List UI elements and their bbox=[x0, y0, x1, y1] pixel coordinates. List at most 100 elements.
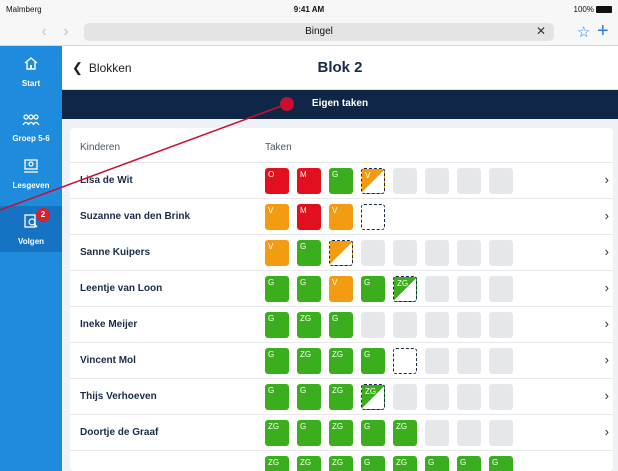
task-tile[interactable] bbox=[489, 348, 513, 374]
task-tile[interactable] bbox=[425, 384, 449, 410]
table-row[interactable]: Doortje de Graaf ZG G ZG G ZG › bbox=[70, 414, 613, 450]
task-tile[interactable]: G bbox=[265, 384, 289, 410]
chevron-right-icon[interactable]: › bbox=[605, 280, 609, 295]
task-tile[interactable]: G bbox=[265, 348, 289, 374]
task-tile[interactable] bbox=[393, 168, 417, 194]
task-tile[interactable]: G bbox=[425, 456, 449, 471]
task-tile[interactable] bbox=[457, 168, 481, 194]
task-tile[interactable]: G bbox=[297, 420, 321, 446]
task-tile[interactable]: M bbox=[297, 168, 321, 194]
sidebar-item-groep[interactable]: Groep 5-6 bbox=[0, 106, 62, 152]
task-tile[interactable]: G bbox=[361, 456, 385, 471]
task-tile[interactable] bbox=[489, 384, 513, 410]
task-tile[interactable]: G bbox=[297, 276, 321, 302]
chevron-right-icon[interactable]: › bbox=[605, 244, 609, 259]
task-tile[interactable]: ZG bbox=[265, 420, 289, 446]
task-tile[interactable] bbox=[361, 204, 385, 230]
task-tile[interactable] bbox=[457, 384, 481, 410]
task-tile[interactable]: ZG bbox=[361, 384, 385, 410]
task-tile[interactable] bbox=[393, 312, 417, 338]
task-tile[interactable]: ZG bbox=[265, 456, 289, 471]
task-tile[interactable] bbox=[329, 240, 353, 266]
task-tile[interactable]: G bbox=[329, 168, 353, 194]
task-tile[interactable] bbox=[457, 240, 481, 266]
task-tile[interactable] bbox=[425, 312, 449, 338]
task-tile[interactable] bbox=[489, 168, 513, 194]
task-tile[interactable] bbox=[393, 384, 417, 410]
task-tile[interactable] bbox=[361, 240, 385, 266]
table-row[interactable]: Vincent Mol G ZG ZG G › bbox=[70, 342, 613, 378]
address-bar[interactable]: Bingel ✕ bbox=[84, 23, 554, 41]
task-tile[interactable] bbox=[393, 348, 417, 374]
task-tile[interactable] bbox=[425, 348, 449, 374]
task-tile[interactable] bbox=[489, 276, 513, 302]
task-tile[interactable]: ZG bbox=[329, 348, 353, 374]
task-code: V bbox=[365, 171, 371, 180]
child-name: Ineke Meijer bbox=[80, 319, 138, 330]
task-tile[interactable]: ZG bbox=[297, 456, 321, 471]
task-tile[interactable]: ZG bbox=[393, 456, 417, 471]
task-tile[interactable]: V bbox=[329, 204, 353, 230]
task-tile[interactable]: G bbox=[457, 456, 481, 471]
task-tile[interactable]: G bbox=[297, 240, 321, 266]
task-tile[interactable] bbox=[425, 240, 449, 266]
task-tile[interactable] bbox=[425, 420, 449, 446]
task-tile[interactable]: G bbox=[265, 312, 289, 338]
table-row[interactable]: Sanne Kuipers V G › bbox=[70, 234, 613, 270]
task-tile[interactable]: G bbox=[265, 276, 289, 302]
task-tile[interactable]: ZG bbox=[393, 420, 417, 446]
table-row[interactable]: Leentje van Loon G G V G ZG › bbox=[70, 270, 613, 306]
task-tile[interactable] bbox=[425, 168, 449, 194]
task-tile[interactable] bbox=[489, 312, 513, 338]
chevron-right-icon[interactable]: › bbox=[58, 23, 74, 41]
table-row[interactable]: Thijs Verhoeven G G ZG ZG › bbox=[70, 378, 613, 414]
task-tile[interactable] bbox=[425, 276, 449, 302]
chevron-right-icon[interactable]: › bbox=[605, 388, 609, 403]
task-tile[interactable]: ZG bbox=[329, 420, 353, 446]
task-tile[interactable]: ZG bbox=[297, 312, 321, 338]
chevron-right-icon[interactable]: › bbox=[605, 424, 609, 439]
task-tile[interactable]: G bbox=[361, 348, 385, 374]
task-tile[interactable] bbox=[489, 240, 513, 266]
task-tile[interactable]: M bbox=[297, 204, 321, 230]
task-tile[interactable] bbox=[393, 240, 417, 266]
task-tile[interactable] bbox=[457, 276, 481, 302]
task-code: V bbox=[268, 242, 274, 251]
task-tile[interactable]: ZG bbox=[329, 384, 353, 410]
task-tile[interactable]: ZG bbox=[329, 456, 353, 471]
task-tile[interactable] bbox=[361, 312, 385, 338]
star-icon[interactable]: ☆ bbox=[577, 23, 590, 41]
table-row[interactable]: Ineke Meijer G ZG G › bbox=[70, 306, 613, 342]
task-tile[interactable]: G bbox=[329, 312, 353, 338]
task-tile[interactable]: G bbox=[361, 420, 385, 446]
sidebar-item-volgen[interactable]: Volgen 2 bbox=[0, 206, 62, 252]
task-tile[interactable]: V bbox=[265, 204, 289, 230]
chevron-left-icon[interactable]: ‹ bbox=[36, 23, 52, 41]
task-tile[interactable]: G bbox=[297, 384, 321, 410]
column-header-children: Kinderen bbox=[80, 142, 121, 153]
table-row[interactable]: Lisa de Wit O M G V › bbox=[70, 162, 613, 198]
task-tile[interactable]: G bbox=[489, 456, 513, 471]
task-tile[interactable]: O bbox=[265, 168, 289, 194]
chevron-right-icon[interactable]: › bbox=[605, 172, 609, 187]
task-tile[interactable]: V bbox=[329, 276, 353, 302]
task-tile[interactable]: ZG bbox=[393, 276, 417, 302]
sidebar-item-lesgeven[interactable]: Lesgeven bbox=[0, 150, 62, 196]
table-row[interactable]: ZG ZG ZG G ZG G G G bbox=[70, 450, 613, 471]
task-tile[interactable] bbox=[457, 420, 481, 446]
task-tile[interactable]: V bbox=[265, 240, 289, 266]
task-tile[interactable]: ZG bbox=[297, 348, 321, 374]
clear-x-icon[interactable]: ✕ bbox=[536, 24, 546, 38]
task-tile[interactable]: V bbox=[361, 168, 385, 194]
task-code: G bbox=[268, 314, 275, 323]
task-tile[interactable] bbox=[457, 348, 481, 374]
task-tile[interactable] bbox=[457, 312, 481, 338]
chevron-right-icon[interactable]: › bbox=[605, 208, 609, 223]
table-row[interactable]: Suzanne van den Brink V M V › bbox=[70, 198, 613, 234]
sidebar-item-start[interactable]: Start bbox=[0, 48, 62, 94]
task-tile[interactable] bbox=[489, 420, 513, 446]
plus-icon[interactable]: + bbox=[597, 20, 609, 42]
chevron-right-icon[interactable]: › bbox=[605, 316, 609, 331]
task-tile[interactable]: G bbox=[361, 276, 385, 302]
chevron-right-icon[interactable]: › bbox=[605, 352, 609, 367]
